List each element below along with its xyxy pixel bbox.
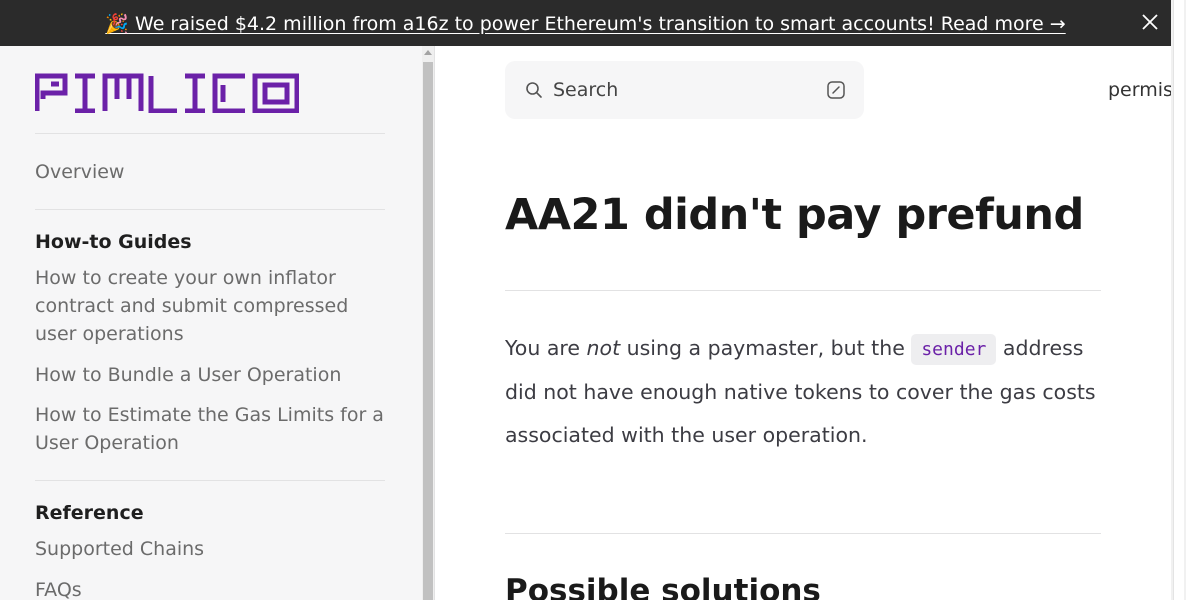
- sidebar-item-supported-chains[interactable]: Supported Chains: [35, 535, 395, 563]
- sidebar-divider: [35, 209, 385, 210]
- section-divider: [505, 533, 1101, 534]
- sidebar-heading-reference: Reference: [35, 502, 144, 524]
- inline-code-sender: sender: [911, 334, 997, 365]
- pimlico-logo[interactable]: [35, 73, 299, 113]
- sidebar-divider: [35, 133, 385, 134]
- sidebar-item-bundle-user-operation[interactable]: How to Bundle a User Operation: [35, 361, 395, 389]
- sidebar-item-estimate-gas-limits[interactable]: How to Estimate the Gas Limits for a Use…: [35, 401, 390, 457]
- page-scrollbar[interactable]: [1171, 0, 1186, 600]
- announcement-text: We raised $4.2 million from a16z to powe…: [135, 12, 1066, 35]
- sidebar-border: [434, 46, 435, 600]
- scroll-up-icon[interactable]: [424, 50, 432, 55]
- sidebar-divider: [35, 480, 385, 481]
- search-placeholder: Search: [553, 79, 619, 101]
- announcement-banner: 🎉 We raised $4.2 million from a16z to po…: [0, 0, 1171, 46]
- sidebar-scrollbar-thumb[interactable]: [423, 62, 433, 600]
- sidebar-item-inflator-contract[interactable]: How to create your own inflator contract…: [35, 264, 390, 348]
- sidebar-heading-how-to-guides: How-to Guides: [35, 231, 192, 253]
- sidebar-item-overview[interactable]: Overview: [35, 158, 395, 186]
- sidebar-item-faqs[interactable]: FAQs: [35, 576, 395, 600]
- sidebar-scrollbar[interactable]: [422, 46, 434, 600]
- title-divider: [505, 290, 1101, 291]
- slash-key-icon: [827, 81, 845, 99]
- emphasis-not: not: [586, 336, 621, 360]
- search-button[interactable]: Search: [505, 61, 864, 119]
- error-description: You are not using a paymaster, but the s…: [505, 334, 1096, 447]
- section-heading-possible-solutions: Possible solutions: [505, 573, 821, 600]
- nav-item-permissions[interactable]: permis: [1108, 76, 1173, 104]
- search-icon: [526, 82, 542, 98]
- close-icon[interactable]: [1139, 11, 1161, 33]
- page-scrollbar-thumb[interactable]: [1173, 0, 1184, 600]
- party-icon: 🎉: [105, 12, 129, 35]
- page-title: AA21 didn't pay prefund: [505, 190, 1084, 240]
- announcement-link[interactable]: 🎉 We raised $4.2 million from a16z to po…: [105, 12, 1065, 35]
